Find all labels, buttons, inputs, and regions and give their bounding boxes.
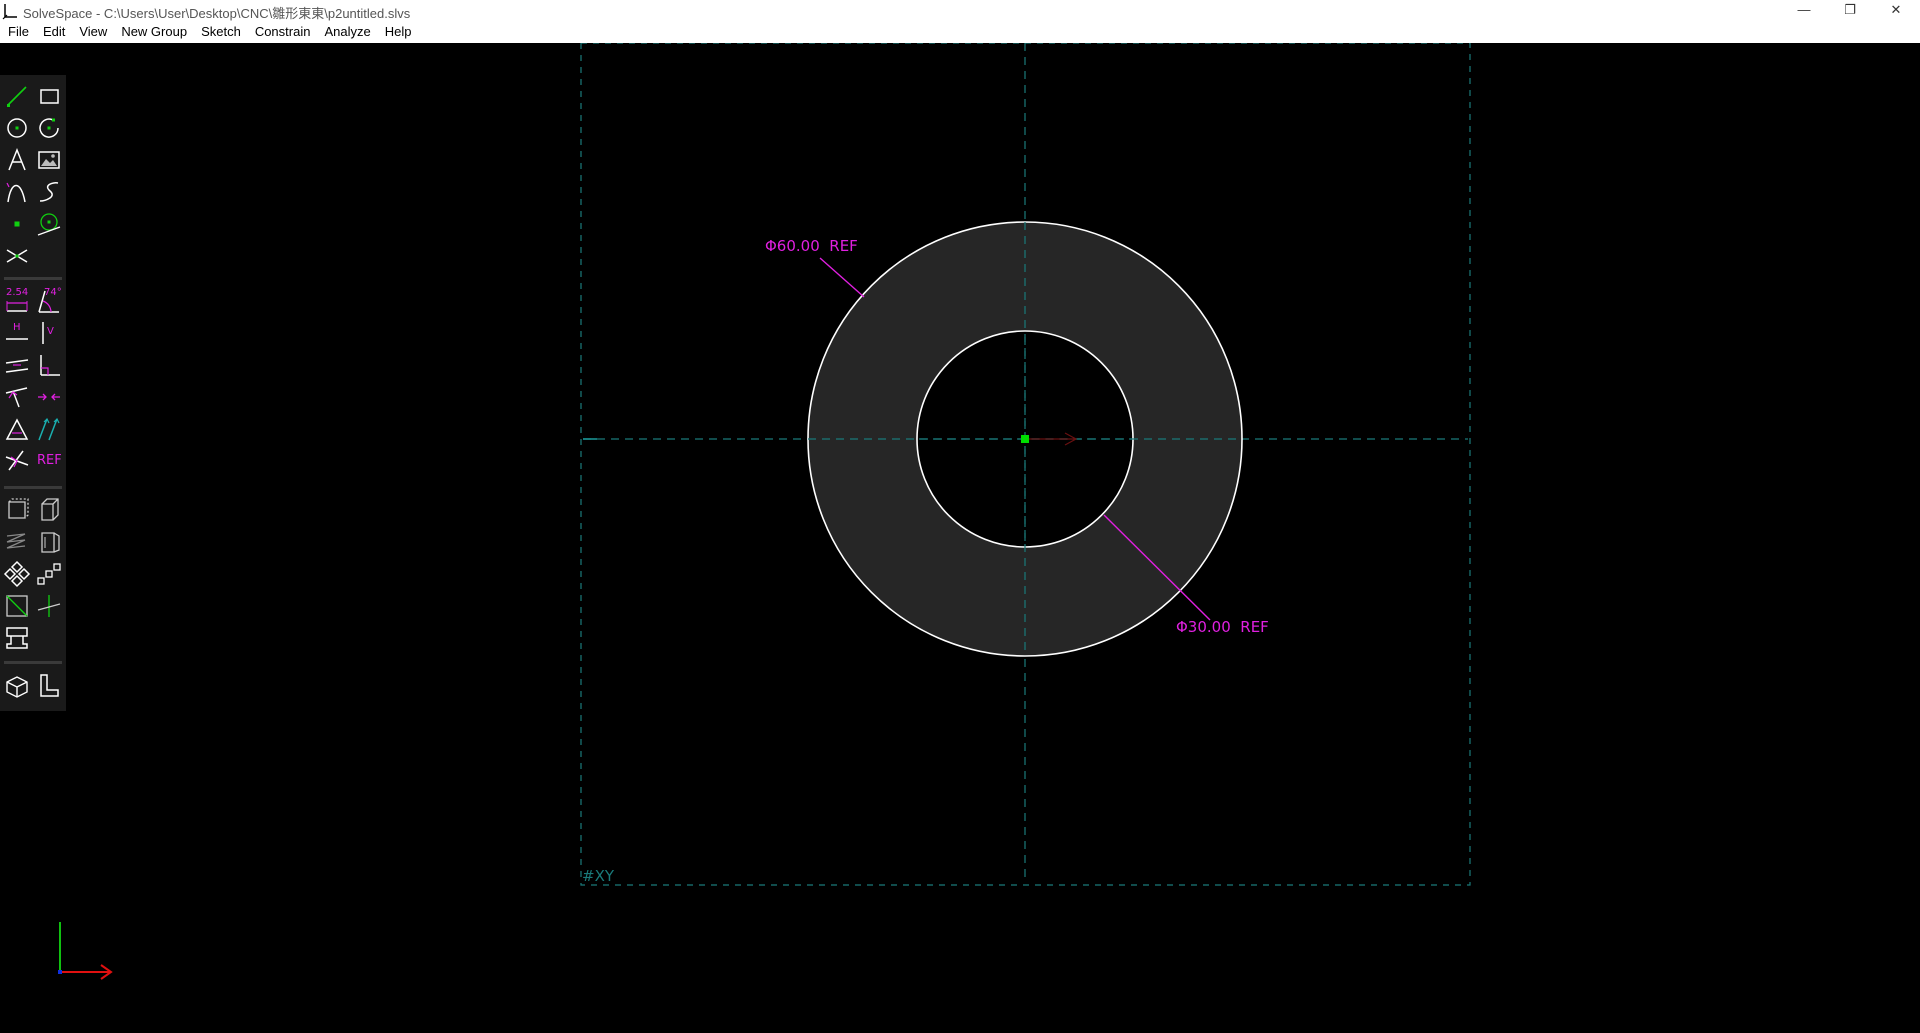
reference-label: REF	[37, 453, 62, 468]
split-icon	[6, 249, 28, 263]
point-tool[interactable]	[3, 210, 31, 238]
link-import-icon	[6, 627, 28, 649]
view-axes-indicator	[58, 922, 113, 980]
outer-dimension-leader[interactable]	[819, 257, 865, 298]
close-button[interactable]: ✕	[1873, 0, 1919, 22]
title-bar: SolveSpace - C:\Users\User\Desktop\CNC\雛…	[0, 0, 1920, 22]
tangent-arc-icon	[37, 213, 61, 236]
link-import-tool[interactable]	[3, 624, 31, 652]
trim-tool[interactable]	[35, 592, 63, 620]
circle-icon	[7, 118, 27, 138]
comment-tool[interactable]	[3, 447, 31, 475]
nearest-ortho-view-tool[interactable]	[35, 672, 63, 700]
menu-analyze[interactable]: Analyze	[317, 22, 377, 43]
restore-button[interactable]: ❐	[1827, 0, 1873, 22]
perpendicular-icon	[40, 355, 60, 376]
menu-edit[interactable]: Edit	[36, 22, 72, 43]
menu-constrain[interactable]: Constrain	[248, 22, 318, 43]
center-point[interactable]	[1021, 435, 1029, 443]
spline-tool[interactable]	[35, 178, 63, 206]
line-tool[interactable]	[3, 82, 31, 110]
arc-icon	[39, 118, 59, 138]
toolbar-separator	[4, 486, 62, 489]
parallel-constraint-tool[interactable]	[3, 351, 31, 379]
step-translate-icon	[37, 563, 61, 585]
toolbar-separator	[4, 277, 62, 280]
ortho-view-icon	[40, 674, 59, 697]
circle-tool[interactable]	[3, 114, 31, 142]
section-view-tool[interactable]	[3, 592, 31, 620]
symmetric-icon	[5, 418, 29, 440]
same-orientation-constraint-tool[interactable]	[35, 415, 63, 443]
image-tool[interactable]	[35, 146, 63, 174]
spline-icon	[39, 182, 59, 202]
midpoint-constraint-tool[interactable]	[35, 383, 63, 411]
step-rotating-tool[interactable]	[3, 560, 31, 588]
point-on-line-constraint-tool[interactable]	[3, 383, 31, 411]
lathe-group-tool[interactable]	[35, 528, 63, 556]
tool-palette: 2.54 74° H V REF	[0, 75, 66, 711]
text-tool[interactable]	[3, 146, 31, 174]
z-axis-dot	[58, 970, 62, 974]
menu-help[interactable]: Help	[378, 22, 419, 43]
point-icon	[14, 221, 20, 227]
section-icon	[6, 595, 28, 617]
helix-group-tool[interactable]	[3, 528, 31, 556]
extrude-icon	[41, 498, 59, 521]
step-rotate-icon	[3, 560, 31, 588]
text-icon	[8, 147, 26, 171]
nearest-isometric-view-tool[interactable]	[3, 672, 31, 700]
minimize-button[interactable]: —	[1781, 0, 1827, 22]
vertical-label: V	[47, 326, 54, 337]
extrude-group-tool[interactable]	[35, 496, 63, 524]
sketch-canvas[interactable]: Φ60.00 REF Φ30.00 REF #XY	[0, 43, 1920, 1033]
split-curves-tool[interactable]	[3, 242, 31, 270]
helix-icon	[6, 533, 26, 549]
line-icon	[7, 86, 27, 107]
menu-sketch[interactable]: Sketch	[194, 22, 248, 43]
distance-dimension-label: 2.54	[6, 287, 29, 298]
tangent-arc-tool[interactable]	[35, 210, 63, 238]
rectangle-tool[interactable]	[35, 82, 63, 110]
menu-bar: File Edit View New Group Sketch Constrai…	[0, 22, 1920, 43]
lathe-icon	[41, 532, 60, 553]
toolbar-separator	[4, 661, 62, 664]
arc-tool[interactable]	[35, 114, 63, 142]
distance-constraint-tool[interactable]: 2.54	[3, 287, 31, 315]
reference-toggle-tool[interactable]: REF	[35, 447, 63, 475]
workplane-group-tool[interactable]	[3, 496, 31, 524]
horizontal-constraint-tool[interactable]: H	[3, 319, 31, 347]
sketch-view[interactable]: Φ60.00 REF Φ30.00 REF #XY	[0, 43, 1920, 1033]
rectangle-icon	[40, 89, 59, 104]
image-icon	[38, 151, 60, 169]
step-translating-tool[interactable]	[35, 560, 63, 588]
workplane-icon	[8, 498, 29, 519]
angle-dimension-label: 74°	[44, 287, 62, 298]
orientation-icon	[38, 417, 60, 441]
window-title: SolveSpace - C:\Users\User\Desktop\CNC\雛…	[23, 6, 411, 21]
symmetric-constraint-tool[interactable]	[3, 415, 31, 443]
midpoint-icon	[38, 393, 60, 401]
inner-diameter-label[interactable]: Φ30.00 REF	[1176, 618, 1269, 636]
solvespace-app-icon	[2, 4, 17, 20]
perpendicular-constraint-tool[interactable]	[35, 351, 63, 379]
comment-icon	[5, 450, 29, 471]
point-on-line-icon	[5, 387, 28, 408]
bezier-curve-icon	[6, 182, 26, 203]
angle-constraint-tool[interactable]: 74°	[35, 287, 63, 315]
trim-icon	[37, 595, 61, 617]
menu-view[interactable]: View	[72, 22, 114, 43]
workplane-label: #XY	[582, 867, 615, 885]
outer-diameter-label[interactable]: Φ60.00 REF	[765, 237, 858, 255]
menu-file[interactable]: File	[0, 22, 36, 43]
horizontal-label: H	[13, 322, 21, 333]
menu-new-group[interactable]: New Group	[114, 22, 194, 43]
parallel-icon	[5, 359, 29, 373]
vertical-constraint-tool[interactable]: V	[35, 319, 63, 347]
bezier-tool[interactable]	[3, 178, 31, 206]
isometric-view-icon	[6, 676, 28, 698]
